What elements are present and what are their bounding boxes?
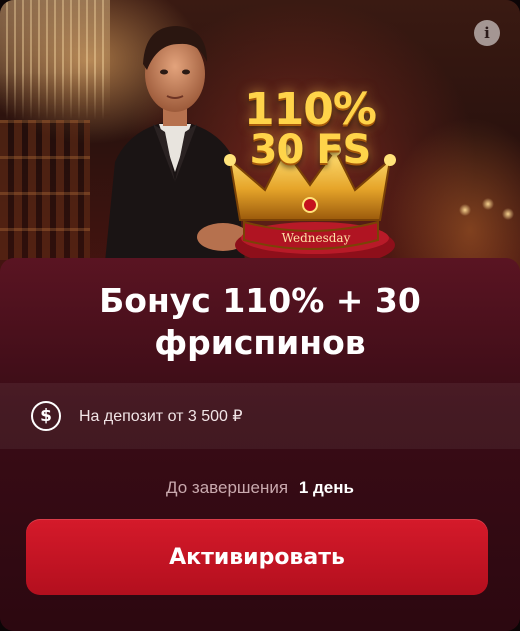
activate-button[interactable]: Активировать (26, 519, 488, 595)
offer-title: Бонус 110% + 30 фриспинов (99, 281, 421, 362)
expiry-value: 1 день (298, 478, 354, 497)
deposit-condition-row: $ На депозит от 3 500 ₽ (0, 383, 520, 449)
dollar-coin-icon: $ (31, 401, 61, 431)
expiry-label: До завершения (166, 478, 289, 497)
expiry-timer: До завершения 1 день (0, 478, 520, 498)
info-button[interactable]: i (474, 20, 500, 46)
bar-shelves-decoration (0, 120, 90, 260)
info-icon: i (484, 23, 490, 42)
bonus-card: 110% 30 FS Wednesday i Бонус 110% + 30 ф… (0, 0, 520, 631)
promo-banner: 110% 30 FS Wednesday i (0, 0, 520, 300)
dollar-symbol: $ (40, 405, 52, 426)
deposit-condition-text: На депозит от 3 500 ₽ (79, 408, 243, 425)
wednesday-ribbon-label: Wednesday (281, 231, 351, 245)
chandelier-decoration (0, 0, 110, 120)
